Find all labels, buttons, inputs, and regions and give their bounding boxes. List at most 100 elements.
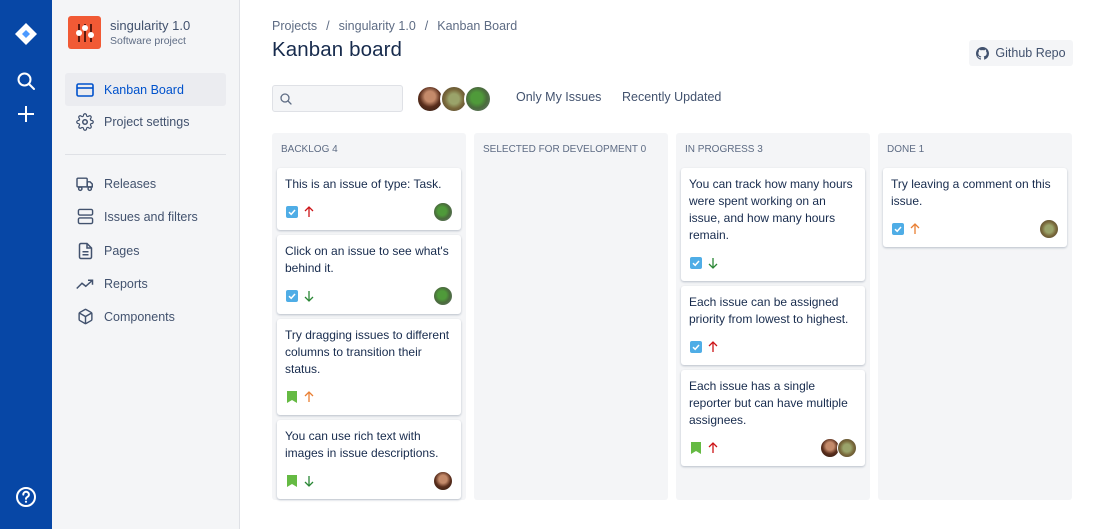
issue-card[interactable]: Try dragging issues to different columns… (277, 319, 461, 415)
issue-footer (285, 202, 453, 222)
search-box[interactable] (272, 85, 403, 112)
issue-assignees (433, 286, 453, 306)
github-repo-label: Github Repo (995, 46, 1066, 60)
help-icon[interactable] (0, 485, 52, 509)
arrow-up-icon (303, 391, 315, 404)
page-title: Kanban board (272, 38, 403, 61)
sidebar-item-kanban-board[interactable]: Kanban Board (65, 73, 226, 106)
gear-icon (75, 112, 95, 132)
project-sidebar: singularity 1.0 Software project Kanban … (52, 0, 240, 529)
issue-title: Each issue has a single reporter but can… (689, 379, 848, 427)
column-title: Done 1 (887, 144, 925, 155)
global-navbar (0, 0, 52, 529)
only-my-issues-filter[interactable]: Only My Issues (516, 90, 601, 104)
sidebar-item-issues-and-filters[interactable]: Issues and filters (65, 200, 226, 233)
sidebar-item-label: Reports (104, 276, 148, 291)
story-type-icon (285, 475, 298, 488)
sidebar-item-label: Releases (104, 176, 157, 191)
breadcrumb-separator: / (326, 19, 330, 33)
issue-card[interactable]: Each issue can be assigned priority from… (681, 286, 865, 365)
breadcrumb-separator: / (424, 19, 429, 33)
assignee-avatar (1039, 219, 1059, 239)
project-type: Software project (110, 34, 186, 47)
board-column: In progress 3 You can track how many hour… (676, 133, 870, 500)
sidebar-item-label: Issues and filters (104, 209, 198, 224)
column-title: Backlog 4 (281, 144, 338, 155)
task-type-icon (285, 206, 298, 219)
sidebar-item-components[interactable]: Components (65, 300, 226, 333)
sidebar-item-releases[interactable]: Releases (65, 167, 226, 200)
issue-card[interactable]: You can use rich text with images in iss… (277, 420, 461, 499)
sidebar-item-reports[interactable]: Reports (65, 267, 226, 300)
sidebar-item-project-settings[interactable]: Project settings (65, 105, 226, 138)
issue-footer (689, 253, 857, 273)
column-title: Selected for development 0 (483, 144, 647, 155)
avatar-user-3[interactable] (464, 85, 492, 113)
issue-assignees (1039, 219, 1059, 239)
box-icon (75, 307, 95, 327)
issue-assignees (820, 438, 857, 458)
sidebar-item-label: Pages (104, 243, 140, 258)
breadcrumb: Projects / singularity 1.0 / Kanban Boar… (272, 19, 517, 33)
issue-title: This is an issue of type: Task. (285, 177, 442, 191)
sidebar-item-pages[interactable]: Pages (65, 234, 226, 267)
issue-footer (285, 471, 453, 491)
issue-card[interactable]: Try leaving a comment on this issue. (883, 168, 1067, 247)
sidebar-item-label: Kanban Board (104, 82, 184, 97)
issue-card[interactable]: This is an issue of type: Task. (277, 168, 461, 230)
task-type-icon (285, 290, 298, 303)
assignee-avatar (433, 202, 453, 222)
board-column: Backlog 4 This is an issue of type: Task.… (272, 133, 466, 500)
arrow-up-icon (909, 223, 921, 236)
user-avatar-filter (416, 85, 492, 113)
breadcrumb-project[interactable]: singularity 1.0 (339, 19, 416, 33)
kanban-board: Backlog 4 This is an issue of type: Task.… (272, 133, 1080, 500)
sidebar-divider (65, 154, 226, 155)
issue-footer (689, 438, 857, 458)
github-repo-button[interactable]: Github Repo (969, 40, 1073, 66)
main-content: Projects / singularity 1.0 / Kanban Boar… (240, 0, 1100, 529)
arrow-down-icon (303, 475, 315, 488)
assignee-avatar (433, 286, 453, 306)
issue-assignees (433, 202, 453, 222)
board-icon (75, 80, 95, 100)
recently-updated-filter[interactable]: Recently Updated (622, 90, 721, 104)
arrow-up-icon (303, 206, 315, 219)
trending-up-icon (75, 274, 95, 294)
arrow-down-icon (303, 290, 315, 303)
breadcrumb-projects[interactable]: Projects (272, 19, 317, 33)
column-title: In progress 3 (685, 144, 763, 155)
story-type-icon (689, 442, 702, 455)
issue-footer (285, 286, 453, 306)
jira-logo-icon[interactable] (0, 20, 52, 48)
search-icon[interactable] (0, 70, 52, 92)
board-column: Selected for development 0 (474, 133, 668, 500)
issue-card[interactable]: Each issue has a single reporter but can… (681, 370, 865, 466)
issue-assignees (433, 471, 453, 491)
file-text-icon (75, 241, 95, 261)
issue-title: Click on an issue to see what's behind i… (285, 244, 449, 275)
issue-title: Try leaving a comment on this issue. (891, 177, 1051, 208)
issue-title: You can use rich text with images in iss… (285, 429, 439, 460)
task-type-icon (689, 341, 702, 354)
breadcrumb-current: Kanban Board (437, 19, 518, 33)
issue-title: Each issue can be assigned priority from… (689, 295, 849, 326)
story-type-icon (285, 391, 298, 404)
assignee-avatar (433, 471, 453, 491)
issue-title: Try dragging issues to different columns… (285, 328, 450, 376)
project-info: singularity 1.0 Software project (68, 16, 190, 49)
issue-footer (689, 337, 857, 357)
issue-title: You can track how many hours were spent … (689, 177, 853, 242)
issue-card[interactable]: Click on an issue to see what's behind i… (277, 235, 461, 314)
arrow-up-icon (707, 341, 719, 354)
truck-icon (75, 174, 95, 194)
plus-icon[interactable] (0, 103, 52, 125)
sidebar-item-label: Components (104, 309, 175, 324)
github-icon (976, 46, 990, 60)
project-avatar-icon (68, 16, 101, 49)
task-type-icon (891, 223, 904, 236)
search-input[interactable] (297, 86, 401, 111)
issue-card[interactable]: You can track how many hours were spent … (681, 168, 865, 281)
server-icon (75, 207, 95, 227)
search-icon (280, 93, 292, 105)
